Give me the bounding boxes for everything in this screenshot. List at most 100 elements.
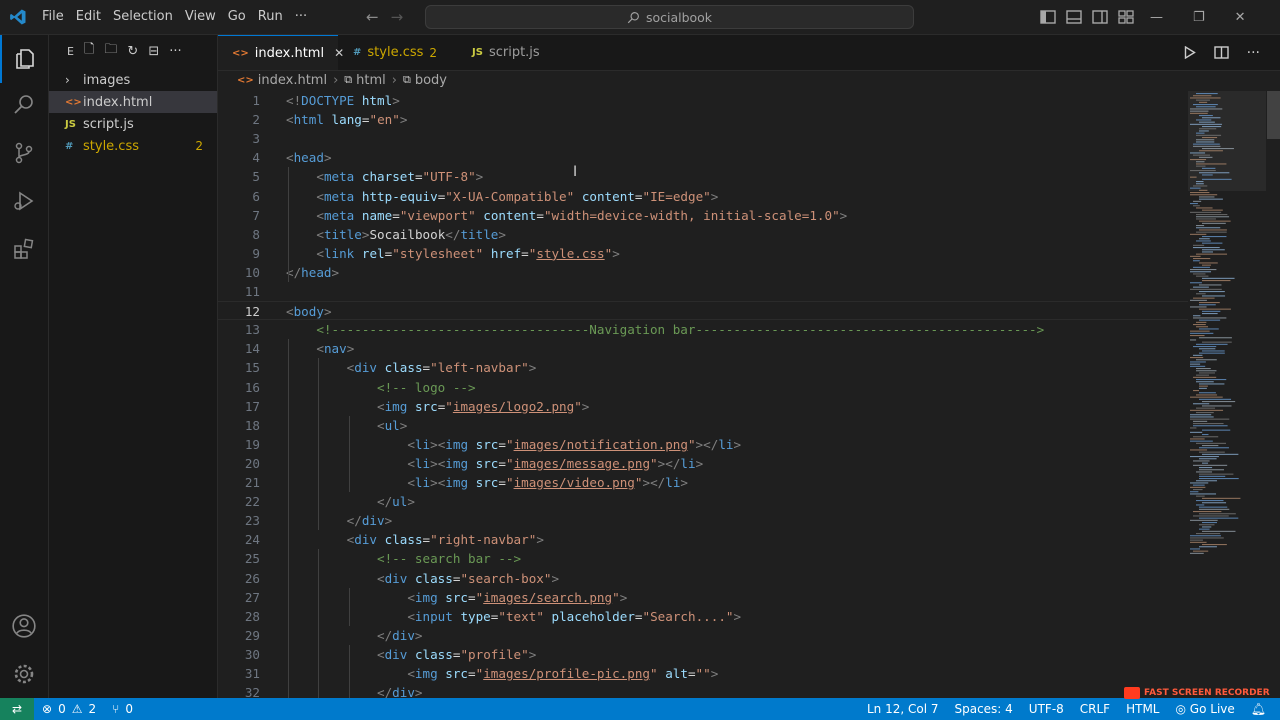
warning-count[interactable]: 2 — [88, 702, 96, 716]
breadcrumb-item[interactable]: body — [415, 73, 447, 88]
language-mode[interactable]: HTML — [1126, 702, 1159, 716]
code-line[interactable]: 13 <!----------------------------------N… — [218, 320, 1188, 339]
menu-selection[interactable]: Selection — [107, 0, 179, 34]
minimap[interactable] — [1188, 91, 1266, 698]
code-text: <head> — [286, 150, 332, 166]
code-line[interactable]: 29 </div> — [218, 626, 1188, 645]
menu-edit[interactable]: Edit — [70, 0, 107, 34]
go-live-button[interactable]: ◎ Go Live — [1176, 702, 1235, 716]
tree-item-images[interactable]: › images — [49, 69, 217, 91]
code-text: <div class="right-navbar"> — [346, 532, 544, 548]
command-center-search[interactable]: socialbook — [425, 5, 914, 29]
restore-icon[interactable]: ❐ — [1193, 10, 1205, 25]
tree-item-index-html[interactable]: <> index.html — [49, 91, 217, 113]
toggle-panel-icon[interactable] — [1066, 10, 1082, 24]
code-line[interactable]: 9 <link rel="stylesheet" href="style.css… — [218, 244, 1188, 263]
code-text: <body> — [286, 304, 332, 320]
run-debug-activity[interactable] — [0, 177, 48, 225]
menu-view[interactable]: View — [179, 0, 222, 34]
line-number: 21 — [244, 475, 260, 490]
code-line[interactable]: 30 <div class="profile"> — [218, 645, 1188, 664]
bell-icon[interactable]: 🔔︎ — [1251, 702, 1266, 716]
code-line[interactable]: 21 <li><img src="images/video.png"></li> — [218, 473, 1188, 492]
run-debug-icon — [14, 191, 34, 211]
code-editor[interactable]: 1 <!DOCTYPE html> 2 <html lang="en"> 3 4 <head… — [218, 91, 1188, 698]
breadcrumb-item[interactable]: html — [356, 73, 386, 88]
code-line[interactable]: 27 <img src="images/search.png"> — [218, 588, 1188, 607]
error-count[interactable]: 0 — [58, 702, 66, 716]
toggle-secondary-sidebar-icon[interactable] — [1092, 10, 1108, 24]
split-editor-icon[interactable] — [1213, 46, 1229, 59]
code-line[interactable]: 12 <body> — [218, 301, 1188, 321]
tab-label: index.html — [254, 45, 325, 61]
code-line[interactable]: 7 <meta name="viewport" content="width=d… — [218, 206, 1188, 225]
code-text: <div class="search-box"> — [377, 570, 560, 586]
code-line[interactable]: 19 <li><img src="images/notification.png… — [218, 435, 1188, 454]
menu-more[interactable]: ··· — [289, 0, 313, 34]
code-line[interactable]: 23 </div> — [218, 511, 1188, 530]
customize-layout-icon[interactable] — [1118, 10, 1134, 24]
code-line[interactable]: 1 <!DOCTYPE html> — [218, 91, 1188, 110]
minimize-icon[interactable]: — — [1150, 10, 1163, 25]
code-line[interactable]: 22 </ul> — [218, 492, 1188, 511]
extensions-icon — [14, 238, 34, 259]
code-line[interactable]: 17 <img src="images/logo2.png"> — [218, 397, 1188, 416]
scrollbar-thumb[interactable] — [1267, 91, 1280, 139]
code-line[interactable]: 10 </head> — [218, 263, 1188, 282]
problem-count-badge: 2 — [429, 45, 438, 60]
more-actions-icon[interactable]: ··· — [169, 44, 181, 59]
extensions-activity[interactable] — [0, 225, 48, 273]
code-line[interactable]: 31 <img src="images/profile-pic.png" alt… — [218, 664, 1188, 683]
code-line[interactable]: 15 <div class="left-navbar"> — [218, 358, 1188, 377]
remote-indicator[interactable]: ⇄ — [0, 698, 34, 720]
new-file-icon[interactable]: 🗋 — [84, 40, 94, 62]
tree-item-script-js[interactable]: JS script.js — [49, 113, 217, 135]
indent-guide — [318, 549, 320, 698]
code-line[interactable]: 18 <ul> — [218, 416, 1188, 435]
code-line[interactable]: 3 — [218, 129, 1188, 148]
vertical-scrollbar[interactable] — [1267, 91, 1280, 698]
tab-script-js[interactable]: JS script.js — [458, 35, 578, 70]
code-line[interactable]: 8 <title>Socailbook</title> — [218, 225, 1188, 244]
ports-count[interactable]: 0 — [125, 702, 133, 716]
new-folder-icon[interactable]: 🗀 — [104, 40, 117, 62]
forward-arrow-icon[interactable]: → — [391, 8, 404, 26]
code-line[interactable]: 14 <nav> — [218, 339, 1188, 358]
toggle-primary-sidebar-icon[interactable] — [1040, 10, 1056, 24]
breadcrumb-item[interactable]: index.html — [258, 73, 327, 88]
manage-activity[interactable] — [0, 650, 48, 698]
back-arrow-icon[interactable]: ← — [366, 8, 379, 26]
close-window-icon[interactable]: ✕ — [1235, 10, 1246, 25]
tab-index-html[interactable]: <> index.html ✕ — [218, 35, 344, 70]
menu-go[interactable]: Go — [222, 0, 252, 34]
code-line[interactable]: 4 <head> — [218, 148, 1188, 167]
code-line[interactable]: 16 <!-- logo --> — [218, 378, 1188, 397]
code-line[interactable]: 5 <meta charset="UTF-8"> — [218, 167, 1188, 186]
code-line[interactable]: 11 — [218, 282, 1188, 301]
code-line[interactable]: 28 <input type="text" placeholder="Searc… — [218, 607, 1188, 626]
search-activity[interactable] — [0, 81, 48, 129]
end-of-line[interactable]: CRLF — [1080, 702, 1110, 716]
code-line[interactable]: 6 <meta http-equiv="X-UA-Compatible" con… — [218, 187, 1188, 206]
more-actions-icon[interactable]: ··· — [1247, 45, 1260, 61]
tab-style-css[interactable]: # style.css 2 — [339, 35, 457, 70]
code-line[interactable]: 32 </div> — [218, 683, 1188, 698]
refresh-icon[interactable]: ↻ — [127, 44, 138, 59]
code-line[interactable]: 26 <div class="search-box"> — [218, 569, 1188, 588]
code-line[interactable]: 25 <!-- search bar --> — [218, 549, 1188, 568]
code-line[interactable]: 2 <html lang="en"> — [218, 110, 1188, 129]
explorer-activity[interactable] — [0, 35, 48, 83]
encoding[interactable]: UTF-8 — [1029, 702, 1064, 716]
code-line[interactable]: 24 <div class="right-navbar"> — [218, 530, 1188, 549]
tree-item-style-css[interactable]: # style.css 2 — [49, 135, 217, 157]
run-icon[interactable] — [1184, 46, 1196, 59]
collapse-all-icon[interactable]: ⊟ — [148, 44, 159, 59]
search-icon — [627, 11, 639, 23]
source-control-activity[interactable] — [0, 129, 48, 177]
cursor-position[interactable]: Ln 12, Col 7 — [867, 702, 939, 716]
menu-file[interactable]: File — [36, 0, 70, 34]
accounts-activity[interactable] — [0, 602, 48, 650]
menu-run[interactable]: Run — [252, 0, 289, 34]
code-line[interactable]: 20 <li><img src="images/message.png"></l… — [218, 454, 1188, 473]
indentation[interactable]: Spaces: 4 — [954, 702, 1012, 716]
